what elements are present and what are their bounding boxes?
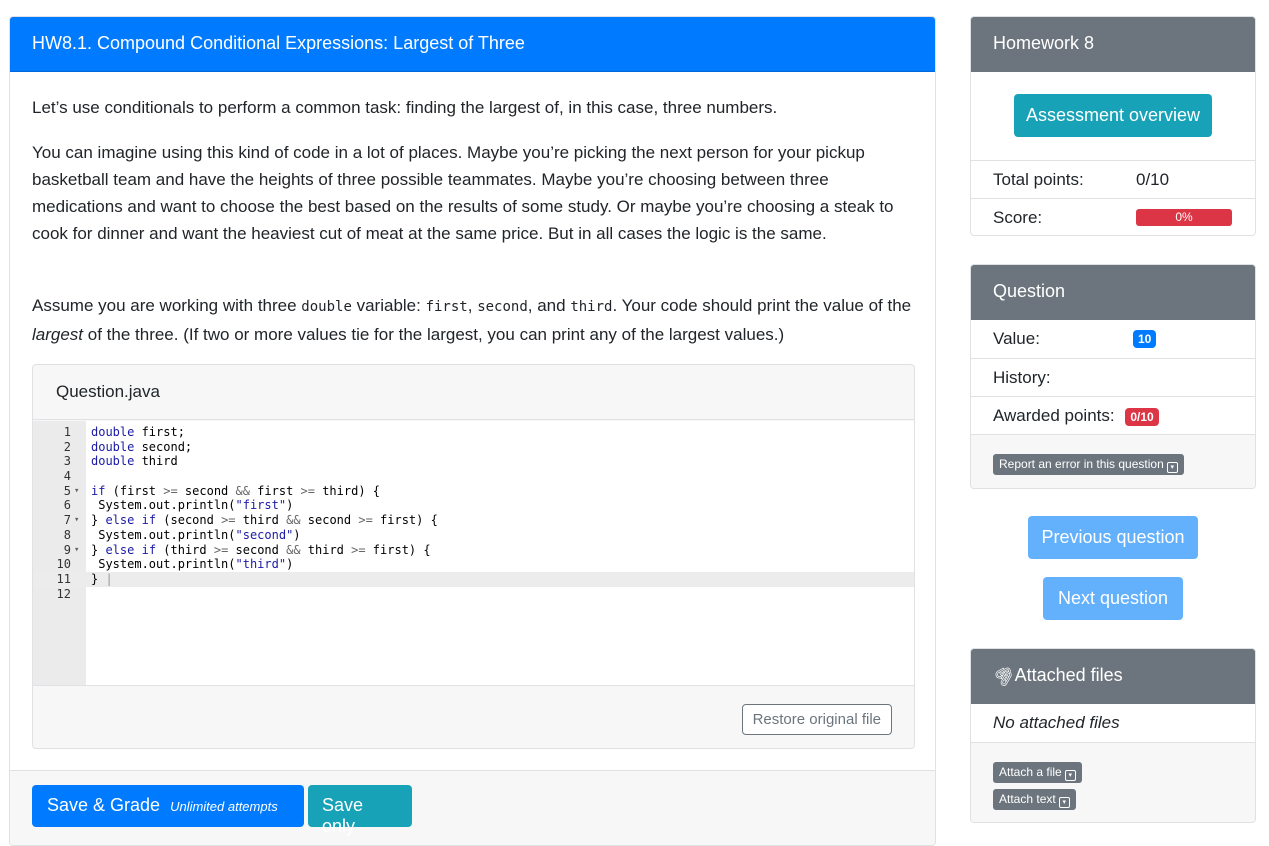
save-and-grade-button[interactable]: Save & Grade Unlimited attempts <box>32 785 304 827</box>
fold-arrow-icon[interactable]: ▾ <box>74 543 79 558</box>
value-badge: 10 <box>1133 330 1157 348</box>
code-line[interactable]: 7 ▾} else if (second >= third && second >… <box>33 513 914 528</box>
next-question-button[interactable]: Next question <box>1043 577 1183 620</box>
code-line[interactable]: 8 System.out.println("second") <box>33 528 914 543</box>
code-line[interactable]: 9 ▾} else if (third >= second && third >=… <box>33 543 914 558</box>
homework-title: Homework 8 <box>971 17 1255 72</box>
line-number: 5 <box>63 483 71 498</box>
previous-question-button[interactable]: Previous question <box>1028 516 1198 559</box>
code-line[interactable]: 6 System.out.println("first") <box>33 498 914 513</box>
code-lines[interactable]: 1 double first; 2 double second; 3 double t… <box>33 425 914 601</box>
code-editor[interactable]: 1 double first; 2 double second; 3 double t… <box>33 421 914 686</box>
largest-emphasis: largest <box>32 325 84 344</box>
save-only-button[interactable]: Save only <box>308 785 412 836</box>
line-number: 12 <box>56 586 71 601</box>
code-line[interactable]: 4 <box>33 469 914 484</box>
value-row: Value: 10 <box>971 320 1255 358</box>
restore-original-file-button[interactable]: Restore original file <box>741 704 892 735</box>
code-line[interactable]: 5 ▾ if (first >= second && first >= third)… <box>33 484 914 499</box>
code-editor-card: Question.java 1 double first; 2 double sec… <box>32 364 915 749</box>
dropdown-caret-icon: ▾ <box>1058 797 1070 808</box>
fold-arrow-icon[interactable]: ▾ <box>74 513 79 528</box>
dropdown-caret-icon: ▾ <box>1166 462 1178 473</box>
report-error-button[interactable]: Report an error in this question ▾ <box>993 454 1184 475</box>
code-double: double <box>301 299 352 315</box>
question-panel-title: Question <box>971 265 1255 320</box>
editor-filename: Question.java <box>33 365 914 420</box>
code-line-active[interactable]: 11} | <box>33 571 914 587</box>
homework-card: Homework 8 Assessment overview Total poi… <box>970 16 1256 236</box>
history-row: History: <box>971 358 1255 396</box>
context-paragraph: You can imagine using this kind of code … <box>32 143 894 243</box>
attempts-label: Unlimited attempts <box>170 799 278 814</box>
awarded-points-badge: 0/10 <box>1125 408 1159 426</box>
line-number: 7 <box>63 513 71 528</box>
intro-paragraph: Let’s use conditionals to perform a comm… <box>32 98 778 117</box>
fold-arrow-icon[interactable]: ▾ <box>74 484 79 499</box>
attach-file-button[interactable]: Attach a file ▾ <box>993 762 1082 783</box>
task-paragraph: Assume you are working with three double… <box>32 296 912 344</box>
attached-files-header: 🖇Attached files <box>971 649 1255 704</box>
code-line[interactable]: 1 double first; <box>33 425 914 440</box>
line-number: 3 <box>63 454 71 469</box>
no-attached-files-label: No attached files <box>993 713 1120 732</box>
code-line[interactable]: 3 double third <box>33 454 914 469</box>
code-first: first <box>425 299 468 315</box>
code-third: third <box>570 299 613 315</box>
question-title: HW8.1. Compound Conditional Expressions:… <box>10 17 935 72</box>
line-number: 10 <box>56 557 71 572</box>
line-number: 2 <box>63 439 71 454</box>
score-progress-label: 0% <box>1136 209 1232 226</box>
score-progress-bar: 0% <box>1136 209 1232 226</box>
question-card: HW8.1. Compound Conditional Expressions:… <box>9 16 936 846</box>
attached-files-card: 🖇Attached files No attached files Attach… <box>970 648 1256 823</box>
attach-text-button[interactable]: Attach text ▾ <box>993 789 1076 810</box>
code-second: second <box>477 299 528 315</box>
question-footer: Save & Grade Unlimited attempts Save only <box>10 770 935 845</box>
line-number: 11 <box>56 571 71 586</box>
assessment-overview-button[interactable]: Assessment overview <box>1014 94 1212 137</box>
line-number: 8 <box>63 527 71 542</box>
line-number: 1 <box>63 425 71 439</box>
code-line[interactable]: 12 <box>33 587 914 602</box>
code-line[interactable]: 2 double second; <box>33 440 914 455</box>
line-number: 9 <box>63 542 71 557</box>
total-points-value: 0/10 <box>1136 170 1170 189</box>
dropdown-caret-icon: ▾ <box>1064 770 1076 781</box>
score-row: Score: 0% <box>971 198 1255 235</box>
awarded-points-row: Awarded points: 0/10 <box>971 396 1255 434</box>
line-number: 4 <box>63 469 71 484</box>
total-points-row: Total points: 0/10 <box>971 160 1255 198</box>
code-line[interactable]: 10 System.out.println("third") <box>33 557 914 572</box>
question-info-card: Question Value: 10 History: Awarded poin… <box>970 264 1256 489</box>
line-number: 6 <box>63 498 71 513</box>
